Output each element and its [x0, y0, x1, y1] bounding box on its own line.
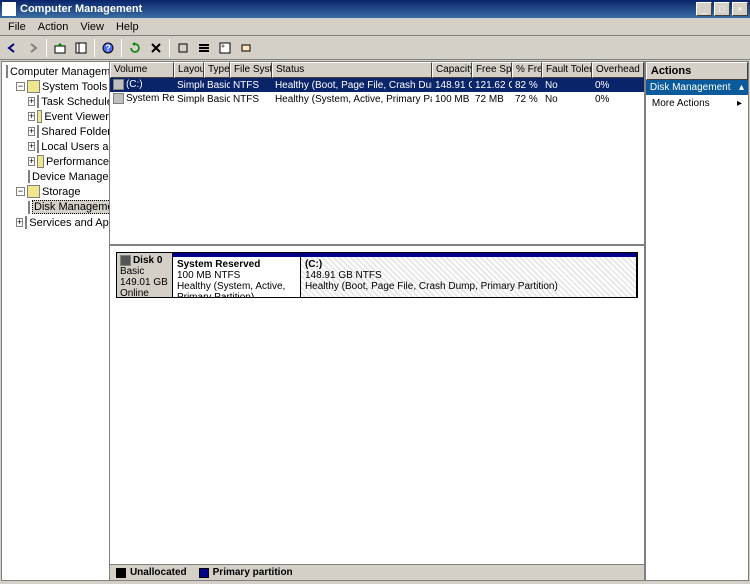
actions-header: Actions: [646, 62, 748, 80]
maximize-button[interactable]: □: [714, 2, 730, 16]
chevron-up-icon: ▴: [739, 82, 744, 93]
volume-list: Volume Layout Type File System Status Ca…: [110, 62, 644, 246]
expand-icon[interactable]: +: [28, 127, 35, 136]
menu-action[interactable]: Action: [32, 19, 75, 35]
navigation-tree[interactable]: Computer Management (Local) −System Tool…: [2, 62, 110, 580]
legend-label-primary: Primary partition: [213, 567, 293, 578]
partition-system-reserved[interactable]: System Reserved 100 MB NTFS Healthy (Sys…: [173, 253, 301, 297]
event-icon: [37, 110, 42, 123]
services-icon: [25, 216, 27, 229]
device-icon: [28, 170, 30, 183]
list-view-button[interactable]: [194, 38, 214, 58]
col-type[interactable]: Type: [204, 62, 230, 78]
storage-icon: [27, 185, 40, 198]
perf-icon: [37, 155, 44, 168]
tree-task-scheduler[interactable]: +Task Scheduler: [2, 94, 109, 109]
users-icon: [37, 140, 39, 153]
show-hide-tree-button[interactable]: [71, 38, 91, 58]
settings-button[interactable]: [173, 38, 193, 58]
expand-icon[interactable]: +: [28, 142, 35, 151]
disk-info: Disk 0 Basic 149.01 GB Online: [117, 253, 173, 297]
volume-row[interactable]: (C:) Simple Basic NTFS Healthy (Boot, Pa…: [110, 78, 644, 92]
legend-swatch-primary: [199, 568, 209, 578]
menu-help[interactable]: Help: [110, 19, 145, 35]
minimize-button[interactable]: _: [696, 2, 712, 16]
tree-event-viewer[interactable]: +Event Viewer: [2, 109, 109, 124]
properties-button[interactable]: [215, 38, 235, 58]
forward-button[interactable]: [23, 38, 43, 58]
tree-storage[interactable]: −Storage: [2, 184, 109, 199]
tree-services[interactable]: +Services and Applications: [2, 215, 109, 230]
toolbar-separator: [46, 39, 47, 57]
col-filesystem[interactable]: File System: [230, 62, 272, 78]
actions-more[interactable]: More Actions ▸: [646, 95, 748, 112]
collapse-icon[interactable]: −: [16, 82, 25, 91]
disk-row[interactable]: Disk 0 Basic 149.01 GB Online System Res…: [116, 252, 638, 298]
folder-icon: [37, 125, 39, 138]
toolbar-separator: [94, 39, 95, 57]
toolbar-separator: [169, 39, 170, 57]
tree-system-tools[interactable]: −System Tools: [2, 79, 109, 94]
up-button[interactable]: [50, 38, 70, 58]
back-button[interactable]: [2, 38, 22, 58]
actions-pane: Actions Disk Management ▴ More Actions ▸: [644, 62, 748, 580]
col-capacity[interactable]: Capacity: [432, 62, 472, 78]
partition-c[interactable]: (C:) 148.91 GB NTFS Healthy (Boot, Page …: [301, 253, 637, 297]
menu-file[interactable]: File: [2, 19, 32, 35]
disk-icon: [120, 255, 131, 266]
disk-icon: [28, 201, 30, 214]
drive-icon: [113, 93, 124, 104]
delete-button[interactable]: [146, 38, 166, 58]
collapse-icon[interactable]: −: [16, 187, 25, 196]
legend-label-unallocated: Unallocated: [130, 567, 187, 578]
col-overhead[interactable]: Overhead: [592, 62, 644, 78]
col-layout[interactable]: Layout: [174, 62, 204, 78]
action-button[interactable]: [236, 38, 256, 58]
actions-section[interactable]: Disk Management ▴: [646, 80, 748, 95]
expand-icon[interactable]: +: [28, 112, 35, 121]
expand-icon[interactable]: +: [28, 157, 35, 166]
col-fault[interactable]: Fault Tolerance: [542, 62, 592, 78]
disk-graphical-view: Disk 0 Basic 149.01 GB Online System Res…: [110, 246, 644, 564]
chevron-right-icon: ▸: [737, 98, 742, 109]
tree-local-users[interactable]: +Local Users and Groups: [2, 139, 109, 154]
tree-shared-folders[interactable]: +Shared Folders: [2, 124, 109, 139]
legend-swatch-unallocated: [116, 568, 126, 578]
toolbar-separator: [121, 39, 122, 57]
close-button[interactable]: ×: [732, 2, 748, 16]
col-status[interactable]: Status: [272, 62, 432, 78]
legend: Unallocated Primary partition: [110, 564, 644, 580]
tree-performance[interactable]: +Performance: [2, 154, 109, 169]
tree-root[interactable]: Computer Management (Local): [2, 64, 109, 79]
computer-icon: [6, 65, 8, 78]
volume-header-row: Volume Layout Type File System Status Ca…: [110, 62, 644, 78]
tree-disk-management[interactable]: Disk Management: [2, 199, 109, 215]
col-volume[interactable]: Volume: [110, 62, 174, 78]
tree-device-manager[interactable]: Device Manager: [2, 169, 109, 184]
col-free[interactable]: Free Space: [472, 62, 512, 78]
scheduler-icon: [37, 95, 39, 108]
app-icon: [2, 2, 16, 16]
svg-text:?: ?: [105, 43, 111, 53]
tools-icon: [27, 80, 40, 93]
expand-icon[interactable]: +: [16, 218, 23, 227]
toolbar: ?: [0, 36, 750, 60]
refresh-button[interactable]: [125, 38, 145, 58]
col-pctfree[interactable]: % Free: [512, 62, 542, 78]
menu-bar: File Action View Help: [0, 18, 750, 36]
drive-icon: [113, 79, 124, 90]
expand-icon[interactable]: +: [28, 97, 35, 106]
window-title: Computer Management: [20, 3, 694, 15]
help-button[interactable]: ?: [98, 38, 118, 58]
menu-view[interactable]: View: [74, 19, 110, 35]
title-bar: Computer Management _ □ ×: [0, 0, 750, 18]
volume-row[interactable]: System Reserved Simple Basic NTFS Health…: [110, 92, 644, 106]
